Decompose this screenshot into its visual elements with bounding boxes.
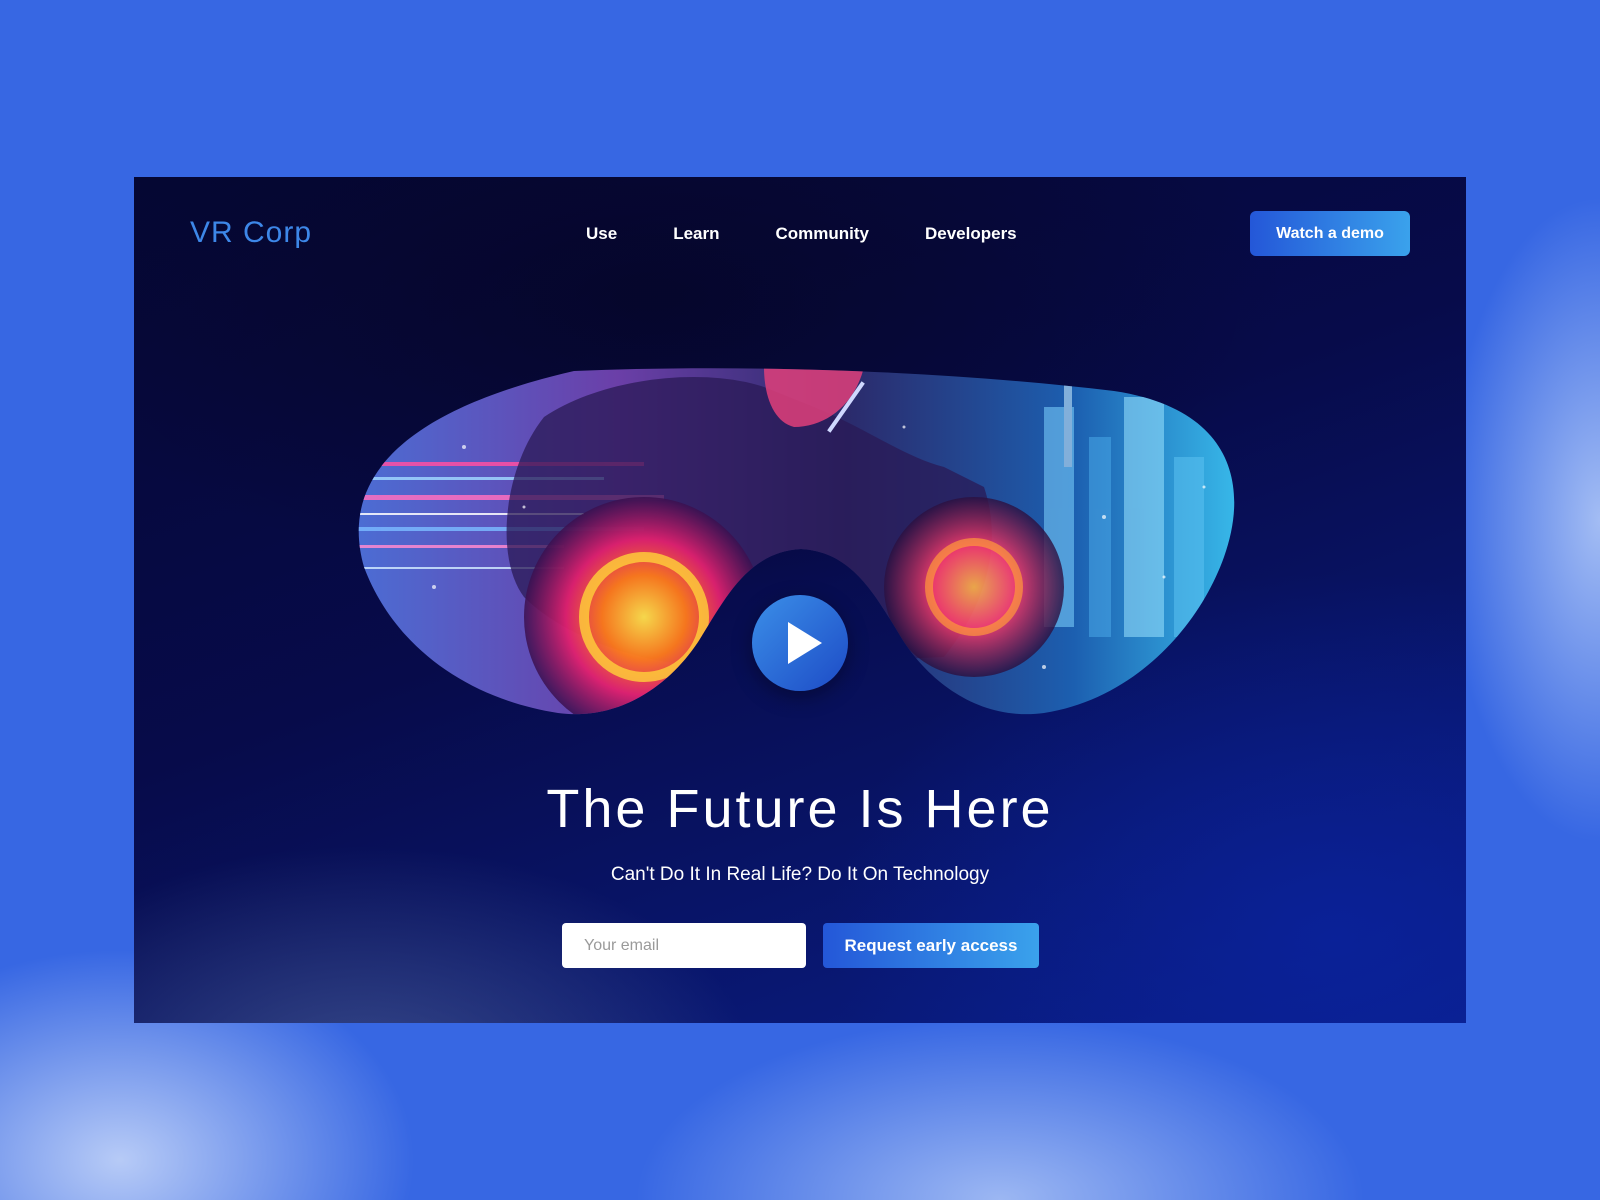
nav-item-use[interactable]: Use [586, 222, 617, 246]
play-icon [788, 622, 822, 664]
hero-title: The Future Is Here [546, 779, 1054, 839]
nav-item-learn[interactable]: Learn [673, 222, 719, 246]
request-access-button[interactable]: Request early access [823, 923, 1039, 968]
brand-logo[interactable]: VR Corp [190, 217, 312, 249]
email-field[interactable] [562, 923, 806, 968]
watch-demo-button[interactable]: Watch a demo [1250, 211, 1410, 256]
nav-item-developers[interactable]: Developers [925, 222, 1017, 246]
play-video-button[interactable] [752, 595, 848, 691]
hero-subtitle: Can't Do It In Real Life? Do It On Techn… [610, 864, 990, 885]
landing-page-frame: VR Corp Use Learn Community Developers W… [134, 177, 1466, 1023]
main-nav: Use Learn Community Developers [586, 222, 1073, 246]
nav-item-community[interactable]: Community [775, 222, 869, 246]
